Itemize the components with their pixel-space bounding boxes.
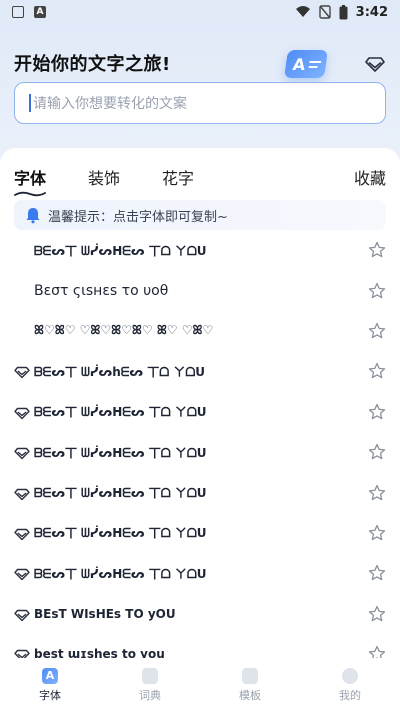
font-row[interactable]: ᗷᗴᔕ丅 ᗯᓰᔕᕼᗴᔕ 丅ᗝ ㄚᗝᑌ bbox=[0, 513, 400, 553]
vip-diamond-icon[interactable] bbox=[364, 52, 386, 74]
font-row[interactable]: ᗷᗴᔕ丅 ᗯᓰᔕᕼᗴᔕ 丅ᗝ ㄚᗝᑌ bbox=[0, 553, 400, 593]
favorite-star-icon[interactable] bbox=[368, 605, 386, 623]
dictionary-icon bbox=[142, 667, 158, 684]
font-sample-text: ᗷᗴᔕ丅 ᗯᓰᔕᕼᗴᔕ 丅ᗝ ㄚᗝᑌ bbox=[34, 486, 207, 501]
tab-fonts[interactable]: 字体 bbox=[14, 165, 47, 197]
tip-text: 温馨提示：点击字体即可复制~ bbox=[48, 209, 228, 225]
profile-icon bbox=[342, 667, 358, 684]
tab-decoration-label: 装饰 bbox=[88, 169, 121, 188]
font-row[interactable]: Bεστ ςιѕнεѕ το υoθ bbox=[0, 270, 400, 310]
font-sample-text: ᗷᗴᔕ丅 ᗯᓰᔕᕼᗴᔕ 丅ᗝ ㄚᗝᑌ bbox=[34, 243, 207, 258]
template-icon bbox=[242, 667, 258, 684]
favorite-star-icon[interactable] bbox=[368, 443, 386, 461]
font-row[interactable]: ᗷᗴᔕ丅 ᗯᓰᔕᕼᗴᔕ 丅ᗝ ㄚᗝᑌ bbox=[0, 230, 400, 270]
font-art-badge: A bbox=[272, 46, 328, 84]
nav-fonts[interactable]: A 字体 bbox=[0, 658, 100, 712]
page-title: 开始你的文字之旅! bbox=[14, 54, 171, 75]
favorite-star-icon[interactable] bbox=[368, 564, 386, 582]
vip-diamond-icon bbox=[14, 488, 30, 500]
nav-dictionary[interactable]: 词典 bbox=[100, 658, 200, 712]
favorite-star-icon[interactable] bbox=[368, 362, 386, 380]
font-sample-text: ᗷᗴᔕ丅 ᗯᓰᔕᕼᗴᔕ 丅ᗝ ㄚᗝᑌ bbox=[34, 526, 207, 541]
tip-banner: 温馨提示：点击字体即可复制~ bbox=[14, 200, 386, 230]
favorite-star-icon[interactable] bbox=[368, 241, 386, 259]
vip-diamond-icon bbox=[14, 407, 30, 419]
font-sample-text: ᗷᗴᔕ丅 ᗯᓰᔕᕼᗴᔕ 丅ᗝ ㄚᗝᑌ bbox=[34, 405, 207, 420]
nav-profile[interactable]: 我的 bbox=[300, 658, 400, 712]
no-sim-icon bbox=[318, 5, 331, 19]
vip-diamond-icon bbox=[14, 569, 30, 581]
favorite-star-icon[interactable] bbox=[368, 484, 386, 502]
tab-fancy-text-label: 花字 bbox=[162, 169, 195, 188]
font-sample-text: ꕤ♡ꕤ♡ ♡ꕤ♡ꕤ♡ꕤ♡ ꕤ♡ ♡ꕤ♡ bbox=[34, 323, 214, 338]
font-row[interactable]: ᗷᗴᔕ丅 ᗯᓰᔕᕼᗴᔕ 丅ᗝ ㄚᗝᑌ bbox=[0, 432, 400, 472]
font-row[interactable]: ᗷᗴᔕ丅 ᗯᓰᔕᕼᗴᔕ 丅ᗝ ㄚᗝᑌ bbox=[0, 392, 400, 432]
tab-fonts-label: 字体 bbox=[14, 169, 47, 188]
header: 开始你的文字之旅! A bbox=[14, 48, 386, 78]
font-sample-text: BEsT WIsHEs TO yOU bbox=[34, 606, 176, 621]
favorite-star-icon[interactable] bbox=[368, 322, 386, 340]
active-tab-indicator bbox=[14, 191, 46, 197]
a-notification-icon: A bbox=[34, 6, 46, 18]
font-row[interactable]: ᗷᗴᔕ丅 ᗯᓰᔕhᗴᔕ 丅ᗝ ㄚᗝᑌ bbox=[0, 351, 400, 391]
vip-diamond-icon bbox=[14, 447, 30, 460]
keyboard-icon bbox=[12, 6, 24, 18]
bottom-nav: A 字体 词典 模板 我的 bbox=[0, 658, 400, 712]
bell-icon bbox=[26, 208, 40, 224]
tab-decoration[interactable]: 装饰 bbox=[88, 165, 120, 189]
font-sample-text: Bεστ ςιѕнεѕ το υoθ bbox=[34, 282, 169, 299]
tab-fancy-text[interactable]: 花字 bbox=[162, 165, 194, 189]
vip-diamond-icon bbox=[14, 528, 30, 541]
text-input[interactable]: 请输入你想要转化的文案 bbox=[14, 82, 386, 124]
battery-icon bbox=[339, 4, 348, 19]
favorite-star-icon[interactable] bbox=[368, 524, 386, 542]
art-lines-icon bbox=[308, 60, 322, 68]
content-card: 字体 装饰 花字 收藏 温馨提示：点击字体即可复制~ ᗷᗴᔕ丅 ᗯᓰᔕᕼᗴᔕ 丅… bbox=[0, 148, 400, 662]
favorite-star-icon[interactable] bbox=[368, 403, 386, 421]
font-sample-text: ᗷᗴᔕ丅 ᗯᓰᔕᕼᗴᔕ 丅ᗝ ㄚᗝᑌ bbox=[34, 566, 207, 581]
vip-diamond-icon bbox=[14, 609, 30, 621]
favorite-star-icon[interactable] bbox=[368, 282, 386, 300]
font-row[interactable]: ᗷᗴᔕ丅 ᗯᓰᔕᕼᗴᔕ 丅ᗝ ㄚᗝᑌ bbox=[0, 472, 400, 512]
nav-fonts-label: 字体 bbox=[39, 688, 61, 702]
font-sample-text: ᗷᗴᔕ丅 ᗯᓰᔕᕼᗴᔕ 丅ᗝ ㄚᗝᑌ bbox=[34, 445, 207, 460]
font-row[interactable]: BEsT WIsHEs TO yOU bbox=[0, 594, 400, 634]
font-icon: A bbox=[42, 667, 58, 684]
wifi-icon bbox=[295, 6, 310, 17]
nav-profile-label: 我的 bbox=[339, 688, 361, 702]
input-placeholder: 请输入你想要转化的文案 bbox=[33, 96, 187, 112]
favorites-button[interactable]: 收藏 bbox=[354, 165, 386, 189]
nav-dictionary-label: 词典 bbox=[139, 688, 161, 702]
art-letter: A bbox=[291, 54, 307, 74]
clock: 3:42 bbox=[355, 4, 388, 20]
font-list: ᗷᗴᔕ丅 ᗯᓰᔕᕼᗴᔕ 丅ᗝ ㄚᗝᑌ Bεστ ςιѕнεѕ το υoθ ꕤ♡ꕤ♡… bbox=[0, 230, 400, 674]
nav-templates[interactable]: 模板 bbox=[200, 658, 300, 712]
status-bar: A 3:42 bbox=[0, 0, 400, 24]
status-left: A bbox=[12, 6, 46, 18]
status-right: 3:42 bbox=[295, 4, 388, 20]
font-row[interactable]: ꕤ♡ꕤ♡ ♡ꕤ♡ꕤ♡ꕤ♡ ꕤ♡ ♡ꕤ♡ bbox=[0, 311, 400, 351]
font-art-card-icon: A bbox=[284, 50, 328, 78]
favorites-label: 收藏 bbox=[353, 169, 386, 188]
category-tabs: 字体 装饰 花字 收藏 bbox=[14, 162, 386, 197]
vip-diamond-icon bbox=[14, 367, 30, 379]
text-caret bbox=[29, 94, 31, 112]
font-sample-text: ᗷᗴᔕ丅 ᗯᓰᔕhᗴᔕ 丅ᗝ ㄚᗝᑌ bbox=[34, 364, 206, 379]
nav-templates-label: 模板 bbox=[239, 688, 261, 702]
